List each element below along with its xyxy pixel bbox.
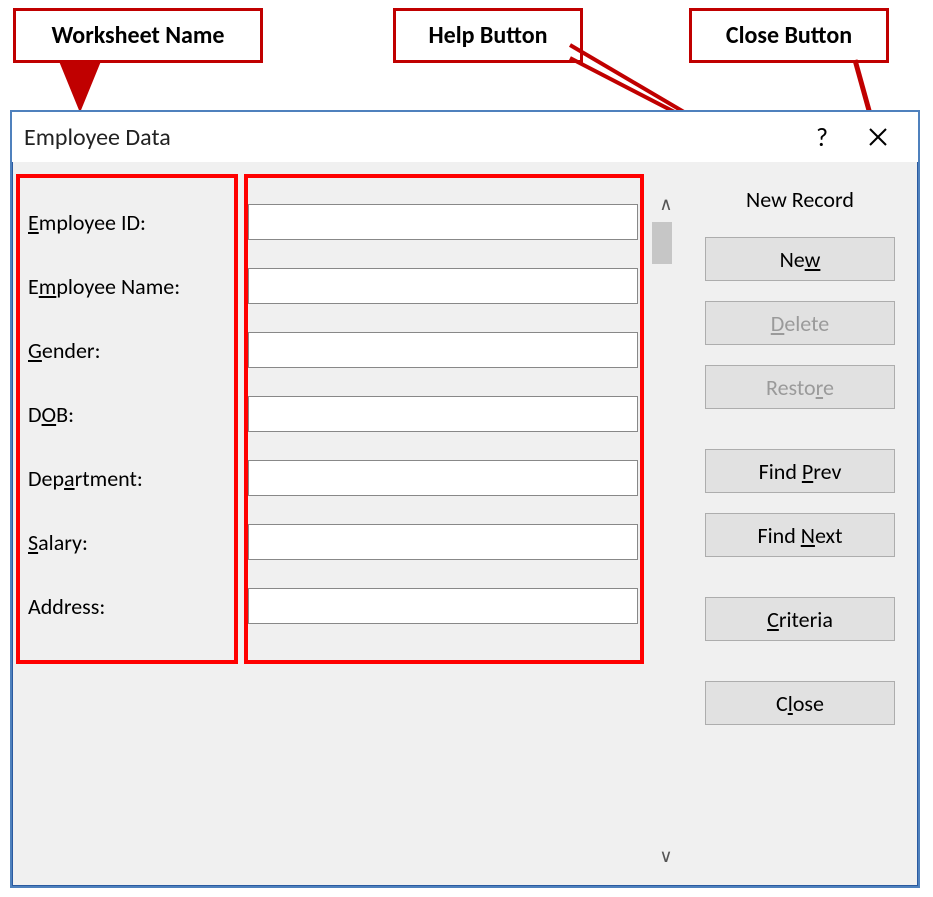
field-input[interactable] bbox=[248, 332, 638, 368]
callout-close-button: Close Button bbox=[689, 8, 889, 63]
field-label: Employee ID: bbox=[28, 209, 248, 236]
field-input[interactable] bbox=[248, 204, 638, 240]
action-button-column: New Record New Delete Restore Find Prev … bbox=[700, 186, 900, 745]
callout-worksheet-name: Worksheet Name bbox=[13, 8, 263, 63]
field-input[interactable] bbox=[248, 588, 638, 624]
data-form-dialog: Employee Data ? Employee ID: Employee Nam… bbox=[10, 110, 920, 888]
field-label: Gender: bbox=[28, 337, 248, 364]
dialog-titlebar: Employee Data ? bbox=[12, 112, 918, 162]
field-label: Employee Name: bbox=[28, 273, 248, 300]
criteria-button[interactable]: Criteria bbox=[705, 597, 895, 641]
field-input[interactable] bbox=[248, 524, 638, 560]
close-form-button[interactable]: Close bbox=[705, 681, 895, 725]
form-row: Gender: bbox=[28, 318, 638, 382]
new-button[interactable]: New bbox=[705, 237, 895, 281]
form-row: Employee ID: bbox=[28, 190, 638, 254]
restore-button[interactable]: Restore bbox=[705, 365, 895, 409]
field-label: Department: bbox=[28, 465, 248, 492]
field-label: DOB: bbox=[28, 401, 248, 428]
field-input[interactable] bbox=[248, 460, 638, 496]
record-scrollbar[interactable]: ∧ ∨ bbox=[652, 190, 680, 870]
help-button[interactable]: ? bbox=[794, 114, 850, 160]
scroll-thumb[interactable] bbox=[652, 222, 672, 264]
field-label: Address: bbox=[28, 593, 248, 620]
find-prev-button[interactable]: Find Prev bbox=[705, 449, 895, 493]
callout-help-button: Help Button bbox=[393, 8, 583, 63]
delete-button[interactable]: Delete bbox=[705, 301, 895, 345]
field-label: Salary: bbox=[28, 529, 248, 556]
dialog-title: Employee Data bbox=[24, 123, 794, 152]
scroll-down-arrow-icon[interactable]: ∨ bbox=[652, 842, 680, 870]
record-status-label: New Record bbox=[700, 186, 900, 213]
field-input[interactable] bbox=[248, 396, 638, 432]
form-row: Employee Name: bbox=[28, 254, 638, 318]
form-row: Department: bbox=[28, 446, 638, 510]
form-row: Salary: bbox=[28, 510, 638, 574]
form-row: Address: bbox=[28, 574, 638, 638]
form-row: DOB: bbox=[28, 382, 638, 446]
find-next-button[interactable]: Find Next bbox=[705, 513, 895, 557]
field-input[interactable] bbox=[248, 268, 638, 304]
close-button[interactable] bbox=[850, 114, 906, 160]
scroll-up-arrow-icon[interactable]: ∧ bbox=[652, 190, 680, 218]
close-icon bbox=[868, 127, 888, 147]
form-fields: Employee ID: Employee Name: Gender: DOB: Dep… bbox=[28, 190, 638, 638]
